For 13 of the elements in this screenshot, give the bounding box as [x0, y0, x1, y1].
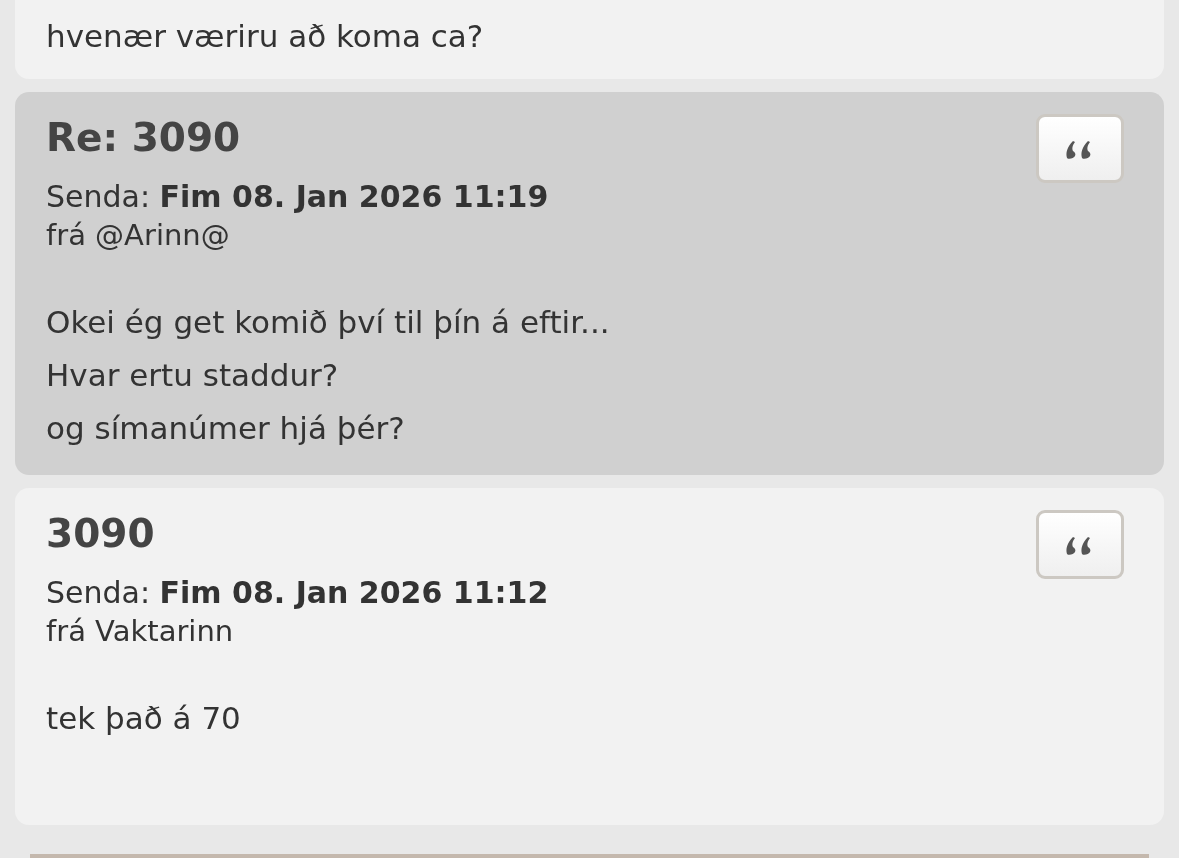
message-text: Hvar ertu staddur? [46, 356, 340, 395]
quote-button[interactable] [1036, 114, 1124, 183]
message-text: Okei ég get komið því til þín á eftir... [46, 303, 611, 342]
message-text: tek það á 70 [46, 699, 242, 738]
message-text: hvenær væriru að koma ca? [46, 17, 485, 56]
sender-name: frá @Arinn@ [46, 217, 231, 254]
sent-date: Senda: Fim 08. Jan 2026 11:19 [46, 178, 550, 216]
message-title: Re: 3090 [46, 114, 242, 162]
sent-date: Senda: Fim 08. Jan 2026 11:12 [46, 574, 550, 612]
quote-button[interactable] [1036, 510, 1124, 579]
message-title: 3090 [46, 510, 156, 558]
sender-name: frá Vaktarinn [46, 613, 235, 650]
message-text: og símanúmer hjá þér? [46, 409, 406, 448]
